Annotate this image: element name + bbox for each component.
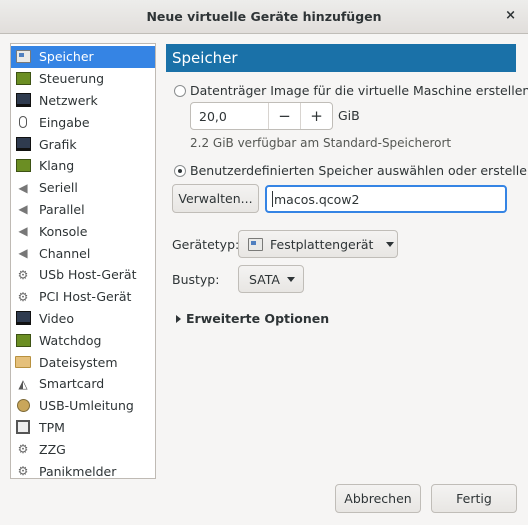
bus-type-label: Bustyp:	[172, 272, 220, 287]
sidebar-item-parallel[interactable]: ◀ Parallel	[11, 199, 155, 221]
sidebar-item-label: PCI Host-Gerät	[39, 289, 132, 305]
bus-type-dropdown[interactable]: SATA	[238, 265, 304, 293]
device-type-list[interactable]: Speicher Steuerung Netzwerk Eingabe Graf…	[10, 43, 156, 479]
sidebar-item-tpm[interactable]: TPM	[11, 417, 155, 439]
section-header: Speicher	[166, 44, 516, 72]
sidebar-item-label: Steuerung	[39, 71, 105, 87]
sidebar-item-speicher[interactable]: Speicher	[11, 46, 155, 68]
text-caret	[272, 191, 273, 207]
rng-icon: ⚙	[17, 442, 29, 457]
sidebar-item-label: USB-Umleitung	[39, 398, 134, 414]
manage-button[interactable]: Verwalten...	[172, 184, 259, 213]
parallel-icon: ◀	[18, 202, 28, 217]
sidebar-item-zzg[interactable]: ⚙ ZZG	[11, 438, 155, 460]
sidebar-item-label: Klang	[39, 158, 75, 174]
sidebar-item-video[interactable]: Video	[11, 308, 155, 330]
panic-icon: ⚙	[17, 464, 29, 479]
sidebar-item-label: Parallel	[39, 201, 85, 217]
folder-icon	[15, 355, 31, 369]
advanced-options-expander[interactable]: Erweiterte Optionen	[176, 311, 329, 326]
custom-storage-label: Benutzerdefinierten Speicher auswählen o…	[190, 163, 528, 178]
window-title: Neue virtuelle Geräte hinzufügen	[146, 9, 382, 24]
increase-size-button[interactable]: +	[300, 103, 332, 129]
sidebar-item-konsole[interactable]: ◀ Konsole	[11, 220, 155, 242]
usb-redirect-icon	[15, 399, 31, 413]
network-icon	[15, 93, 31, 108]
create-image-label: Datenträger Image für die virtuelle Masc…	[190, 83, 528, 98]
watchdog-icon	[15, 333, 31, 347]
sidebar-item-label: Channel	[39, 245, 91, 261]
sidebar-item-netzwerk[interactable]: Netzwerk	[11, 90, 155, 112]
chevron-right-icon	[176, 314, 181, 323]
hard-disk-icon	[248, 237, 263, 251]
sound-icon	[15, 159, 31, 173]
device-type-dropdown[interactable]: Festplattengerät	[238, 230, 398, 258]
sidebar-item-label: Seriell	[39, 180, 78, 196]
mouse-icon	[15, 115, 31, 129]
device-type-label: Gerätetyp:	[172, 237, 240, 252]
sidebar-item-klang[interactable]: Klang	[11, 155, 155, 177]
sidebar-item-usb-umleitung[interactable]: USB-Umleitung	[11, 395, 155, 417]
sidebar-item-label: Netzwerk	[39, 92, 98, 108]
console-icon: ◀	[18, 224, 28, 239]
pci-host-icon: ⚙	[17, 289, 29, 304]
sidebar-item-smartcard[interactable]: ◭ Smartcard	[11, 373, 155, 395]
chevron-down-icon	[286, 276, 295, 282]
sidebar-item-usb-host[interactable]: ⚙ USb Host-Gerät	[11, 264, 155, 286]
device-type-value: Festplattengerät	[270, 236, 374, 252]
decrease-size-button[interactable]: −	[268, 103, 300, 129]
title-bar: Neue virtuelle Geräte hinzufügen ×	[0, 0, 528, 34]
size-spinbutton[interactable]: 20,0 − +	[190, 102, 333, 130]
storage-path-value: macos.qcow2	[274, 191, 360, 207]
sidebar-item-seriell[interactable]: ◀ Seriell	[11, 177, 155, 199]
sidebar-item-label: Speicher	[39, 49, 94, 65]
display-icon	[15, 137, 31, 152]
sidebar-item-label: Smartcard	[39, 376, 105, 392]
sidebar-item-steuerung[interactable]: Steuerung	[11, 68, 155, 90]
controller-icon	[15, 72, 31, 86]
size-value[interactable]: 20,0	[191, 109, 268, 124]
chevron-down-icon	[386, 241, 395, 247]
sidebar-item-channel[interactable]: ◀ Channel	[11, 242, 155, 264]
usb-host-icon: ⚙	[17, 267, 29, 282]
close-icon[interactable]: ×	[505, 8, 516, 23]
custom-storage-radio[interactable]	[174, 164, 186, 177]
advanced-options-label: Erweiterte Optionen	[186, 311, 330, 326]
bus-type-value: SATA	[249, 271, 280, 287]
sidebar-item-label: Dateisystem	[39, 354, 118, 370]
available-space-text: 2.2 GiB verfügbar am Standard-Speicheror…	[190, 136, 452, 150]
sidebar-item-dateisystem[interactable]: Dateisystem	[11, 351, 155, 373]
sidebar-item-grafik[interactable]: Grafik	[11, 133, 155, 155]
custom-storage-option[interactable]: Benutzerdefinierten Speicher auswählen o…	[174, 163, 528, 178]
finish-button[interactable]: Fertig	[431, 484, 517, 513]
sidebar-item-label: Watchdog	[39, 332, 102, 348]
sidebar-item-panikmelder[interactable]: ⚙ Panikmelder	[11, 460, 155, 482]
sidebar-item-label: Grafik	[39, 136, 77, 152]
smartcard-icon: ◭	[18, 376, 28, 391]
sidebar-item-label: Panikmelder	[39, 463, 117, 479]
sidebar-item-label: USb Host-Gerät	[39, 267, 137, 283]
create-image-option[interactable]: Datenträger Image für die virtuelle Masc…	[174, 83, 528, 98]
cancel-button[interactable]: Abbrechen	[335, 484, 421, 513]
tpm-icon	[15, 420, 31, 435]
sidebar-item-watchdog[interactable]: Watchdog	[11, 329, 155, 351]
storage-icon	[15, 50, 31, 64]
sidebar-item-pci-host[interactable]: ⚙ PCI Host-Gerät	[11, 286, 155, 308]
channel-icon: ◀	[18, 246, 28, 261]
sidebar-item-label: Video	[39, 310, 75, 326]
video-icon	[15, 311, 31, 326]
sidebar-item-label: Eingabe	[39, 114, 90, 130]
create-image-radio[interactable]	[174, 84, 186, 97]
sidebar-item-label: TPM	[39, 419, 65, 435]
storage-path-input[interactable]: macos.qcow2	[265, 185, 507, 213]
size-unit: GiB	[338, 108, 360, 123]
sidebar-item-label: Konsole	[39, 223, 88, 239]
serial-icon: ◀	[18, 180, 28, 195]
sidebar-item-label: ZZG	[39, 441, 66, 457]
sidebar-item-eingabe[interactable]: Eingabe	[11, 111, 155, 133]
